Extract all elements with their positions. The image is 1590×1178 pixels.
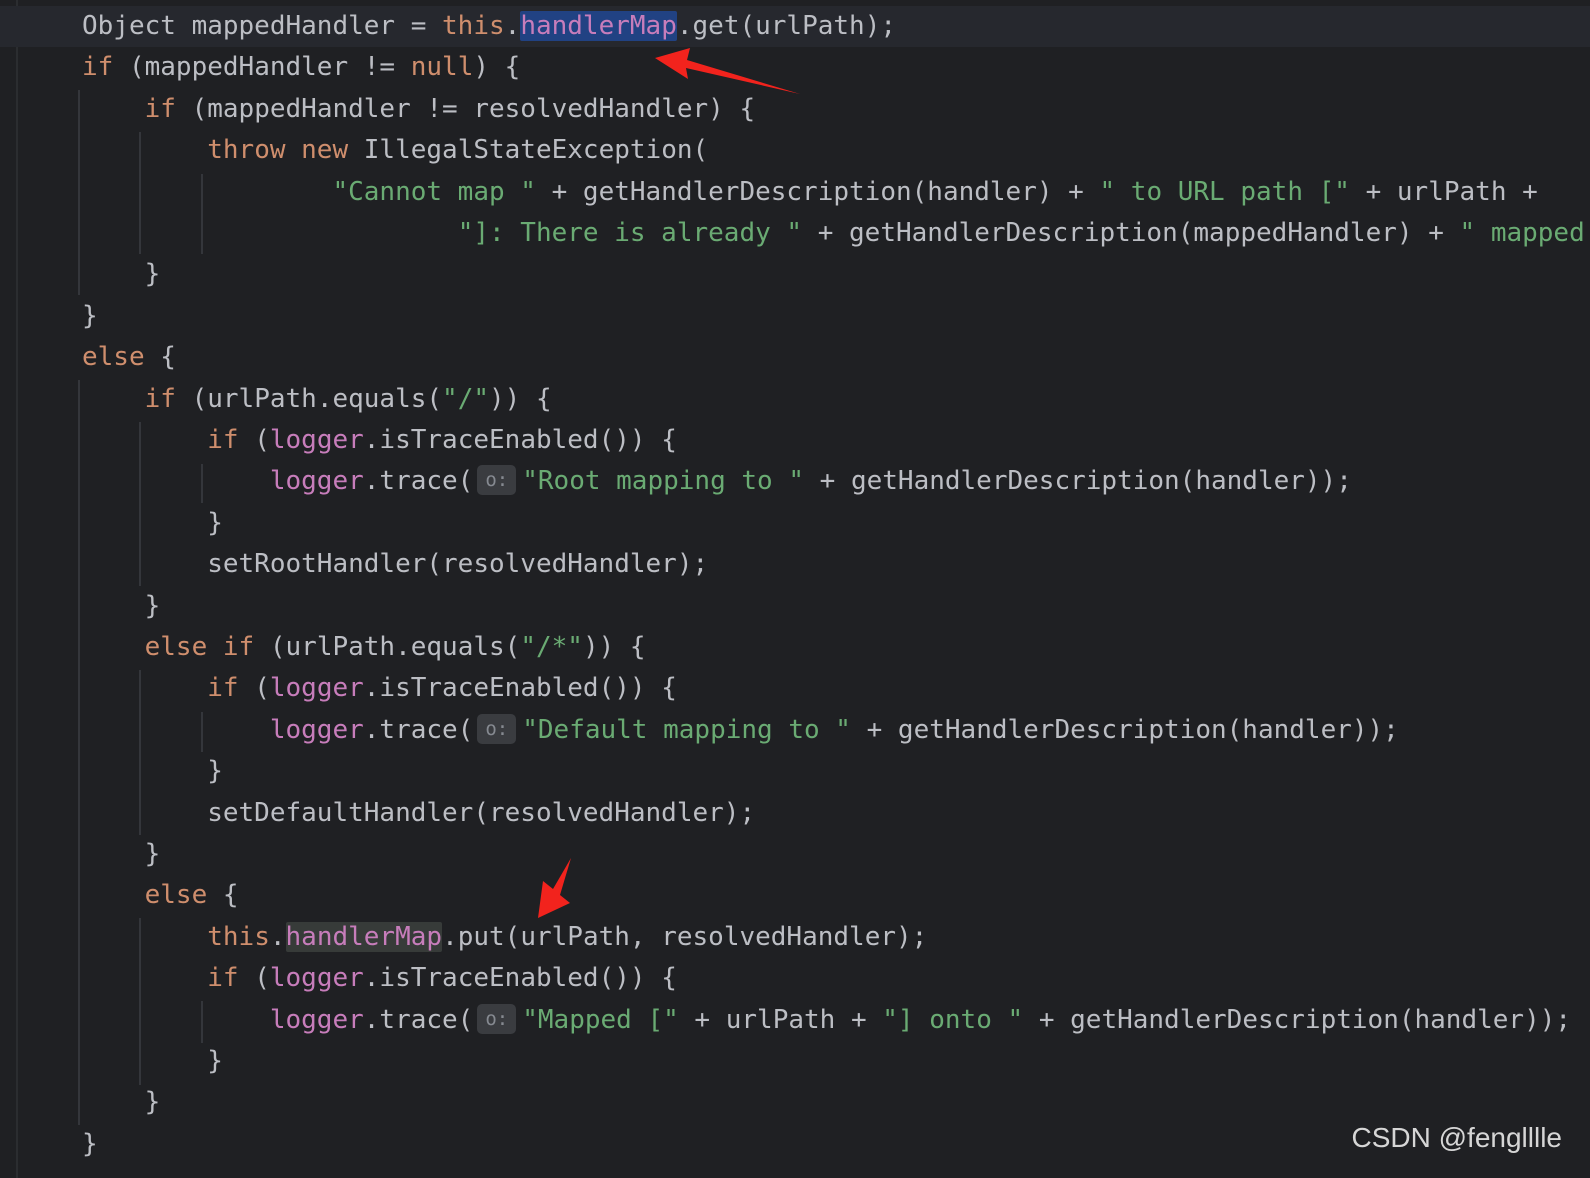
red-arrow-icon (538, 858, 571, 918)
code-editor[interactable]: Object mappedHandler = this.handlerMap.g… (0, 0, 1590, 1178)
watermark: CSDN @fenglllle (1351, 1122, 1563, 1153)
annotation-arrows (538, 48, 800, 918)
red-arrow-icon (655, 48, 800, 94)
